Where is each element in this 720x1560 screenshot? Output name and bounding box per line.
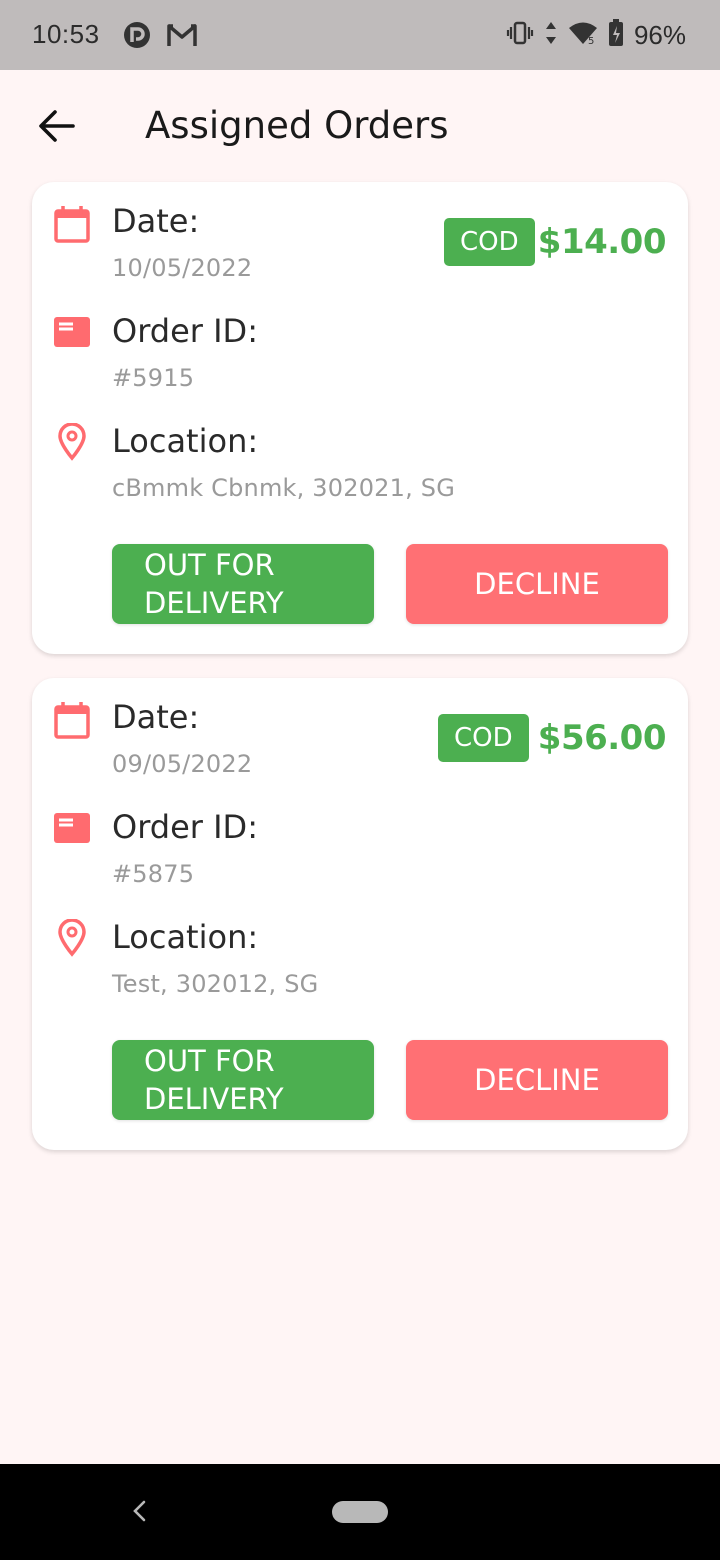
decline-button[interactable]: DECLINE (406, 544, 668, 624)
decline-button[interactable]: DECLINE (406, 1040, 668, 1120)
page-title: Assigned Orders (145, 104, 449, 147)
order-amount: $14.00 (537, 222, 667, 262)
status-bar: 10:53 5 96% (0, 0, 720, 70)
calendar-icon (52, 700, 92, 740)
pocketcasts-icon (122, 20, 152, 54)
order-date: 09/05/2022 (112, 750, 253, 778)
svg-text:5: 5 (588, 36, 594, 46)
battery-percent: 96% (633, 19, 686, 50)
app-header: Assigned Orders (0, 70, 720, 182)
order-date: 10/05/2022 (112, 254, 253, 282)
wifi-icon: 5 (568, 20, 598, 50)
arrow-left-icon (39, 110, 75, 142)
order-card: Date: 10/05/2022 COD $14.00 Order ID: #5… (32, 182, 688, 654)
order-id: #5875 (112, 860, 195, 888)
chevron-left-icon (133, 1500, 146, 1522)
order-id-label: Order ID: (112, 808, 258, 846)
receipt-icon (52, 808, 92, 848)
out-for-delivery-label: OUT FOR DELIVERY (144, 548, 284, 620)
date-label: Date: (112, 202, 200, 240)
out-for-delivery-button[interactable]: OUT FOR DELIVERY (112, 1040, 374, 1120)
back-button[interactable] (30, 104, 82, 148)
location-label: Location: (112, 918, 259, 956)
out-for-delivery-button[interactable]: OUT FOR DELIVERY (112, 544, 374, 624)
order-id-label: Order ID: (112, 312, 258, 350)
order-card: Date: 09/05/2022 COD $56.00 Order ID: #5… (32, 678, 688, 1150)
order-amount: $56.00 (537, 718, 667, 758)
status-system-icons: 5 96% (506, 19, 686, 51)
date-label: Date: (112, 698, 200, 736)
decline-label: DECLINE (474, 567, 600, 601)
decline-label: DECLINE (474, 1063, 600, 1097)
status-notification-icons (122, 20, 198, 54)
payment-badge: COD (438, 714, 529, 762)
nav-home-pill[interactable] (332, 1501, 388, 1523)
gmail-icon (166, 21, 198, 53)
calendar-icon (52, 204, 92, 244)
order-location: Test, 302012, SG (112, 970, 319, 998)
receipt-icon (52, 312, 92, 352)
vibrate-icon (506, 20, 534, 50)
data-arrows-icon (544, 20, 558, 50)
payment-badge: COD (444, 218, 535, 266)
out-for-delivery-label: OUT FOR DELIVERY (144, 1044, 284, 1116)
location-pin-icon (52, 422, 92, 462)
order-location: cBmmk Cbnmk, 302021, SG (112, 474, 455, 502)
battery-charging-icon (608, 19, 624, 51)
status-time: 10:53 (32, 19, 100, 49)
nav-back-button[interactable] (124, 1496, 154, 1526)
order-id: #5915 (112, 364, 195, 392)
location-label: Location: (112, 422, 259, 460)
location-pin-icon (52, 918, 92, 958)
